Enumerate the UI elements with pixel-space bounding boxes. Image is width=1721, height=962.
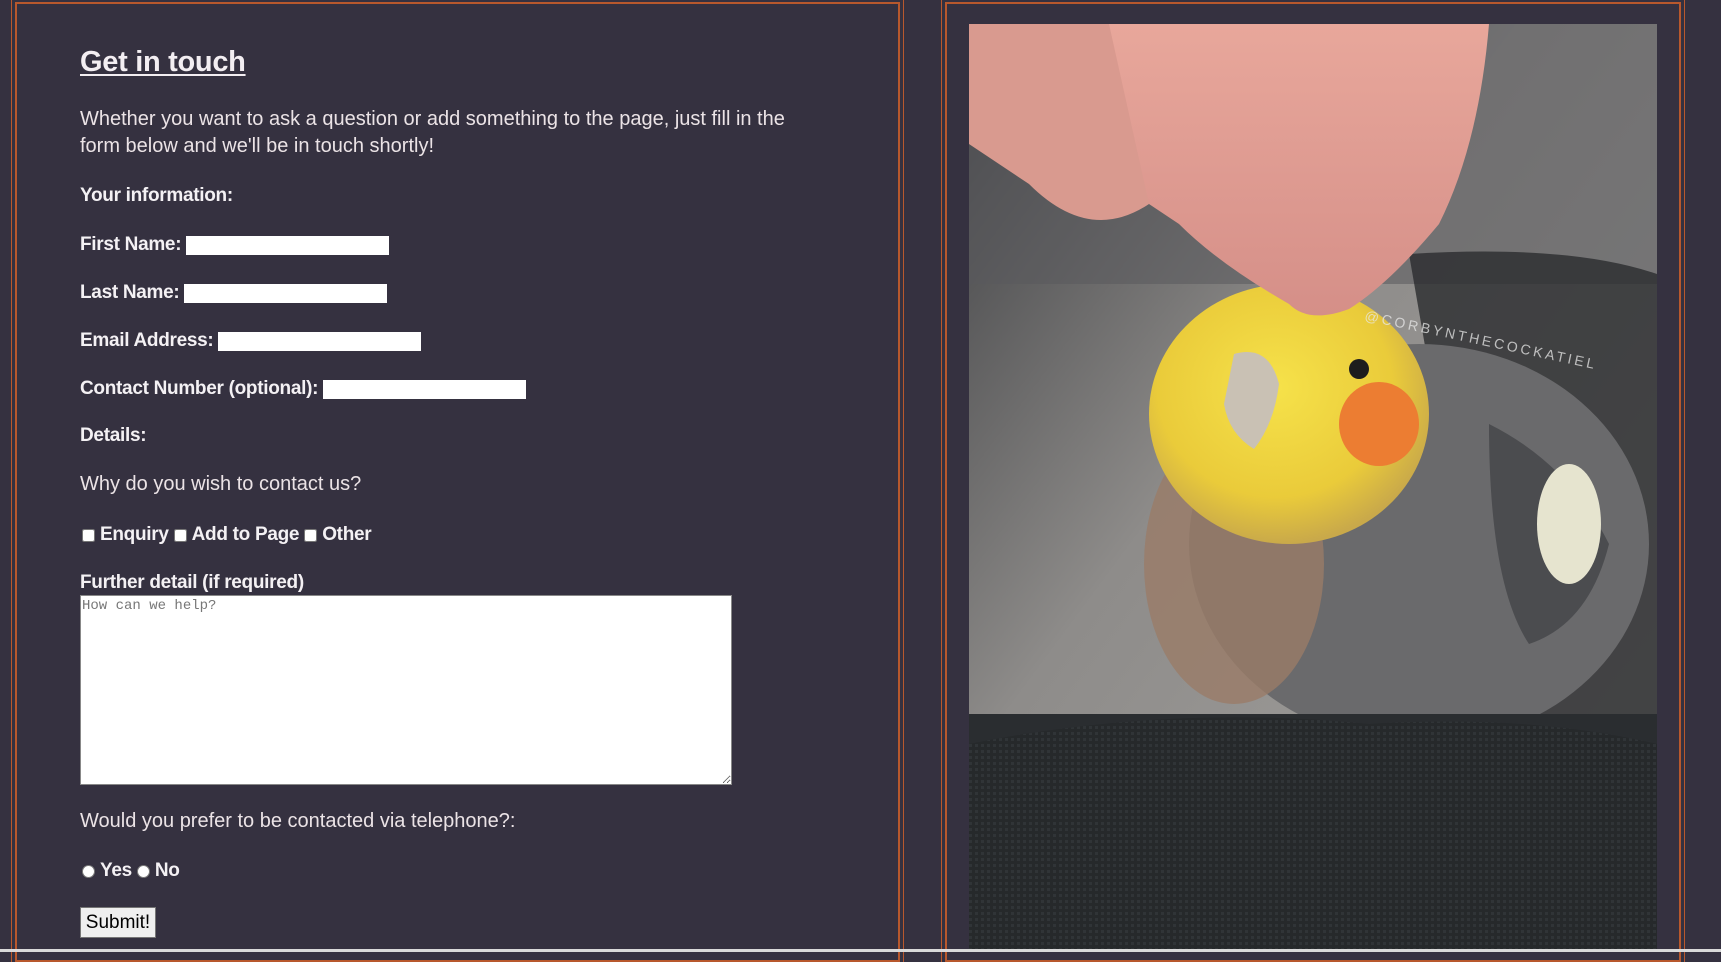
phone-radios: Yes No <box>80 860 183 882</box>
enquiry-label: Enquiry <box>100 524 169 545</box>
other-checkbox[interactable] <box>304 528 318 542</box>
last-name-label: Last Name: <box>80 282 180 303</box>
page-title: Get in touch <box>80 46 246 78</box>
enquiry-checkbox[interactable] <box>82 528 95 542</box>
first-name-label: First Name: <box>80 234 182 255</box>
first-name-input[interactable] <box>186 235 390 255</box>
contact-number-label: Contact Number (optional): <box>80 378 319 399</box>
info-heading: Your information: <box>80 185 233 206</box>
contact-number-input[interactable] <box>323 379 527 399</box>
last-name-input[interactable] <box>184 283 388 303</box>
further-detail-textarea[interactable] <box>80 595 732 785</box>
reason-checkboxes: Enquiry Add to Page Other <box>80 524 374 546</box>
add-to-page-checkbox[interactable] <box>173 528 187 542</box>
other-label: Other <box>322 524 372 545</box>
why-question: Why do you wish to contact us? <box>80 473 362 495</box>
submit-button[interactable]: Submit! <box>80 907 156 938</box>
email-input[interactable] <box>218 331 422 351</box>
no-label: No <box>154 860 180 881</box>
contact-row: Contact Number (optional): <box>80 378 527 400</box>
yes-radio[interactable] <box>82 864 95 878</box>
yes-label: Yes <box>100 860 132 881</box>
first-name-row: First Name: <box>80 234 390 256</box>
further-detail-label: Further detail (if required) <box>80 572 304 593</box>
email-row: Email Address: <box>80 330 422 352</box>
cockatiel-photo: @CORBYNTHECOCKATIEL <box>969 24 1657 952</box>
last-name-row: Last Name: <box>80 282 388 304</box>
email-label: Email Address: <box>80 330 214 351</box>
phone-question: Would you prefer to be contacted via tel… <box>80 810 516 832</box>
no-radio[interactable] <box>136 864 150 878</box>
add-to-page-label: Add to Page <box>191 524 300 545</box>
intro-text: Whether you want to ask a question or ad… <box>80 108 785 157</box>
details-heading: Details: <box>80 425 147 446</box>
